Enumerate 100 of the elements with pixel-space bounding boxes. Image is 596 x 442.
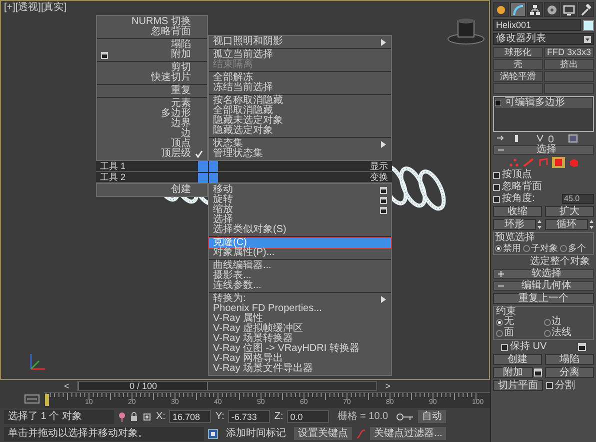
menu-item[interactable]: 对象属性(P)... <box>209 248 391 258</box>
menu-item[interactable]: 全部取消隐藏 <box>209 106 391 116</box>
menu-item[interactable]: 缩放 <box>209 205 391 215</box>
checkbox[interactable] <box>501 344 508 350</box>
menu-item[interactable]: 塌陷 <box>97 40 207 50</box>
menu-item[interactable]: 摄影表... <box>209 271 391 281</box>
radio-button[interactable] <box>523 244 530 252</box>
menu-item[interactable]: V-Ray 属性 <box>209 314 391 324</box>
time-marker-icon[interactable] <box>45 394 49 406</box>
menu-item[interactable]: V-Ray 虚拟帧缓冲区 <box>209 324 391 334</box>
geometry-button[interactable]: 附加 <box>493 367 533 378</box>
menu-item[interactable]: V-Ray 网格导出 <box>209 354 391 364</box>
checkbox[interactable] <box>493 196 500 202</box>
menu-item[interactable]: 曲线编辑器... <box>209 261 391 271</box>
menu-item[interactable]: 附加 <box>97 50 207 60</box>
radio-button[interactable] <box>495 244 502 252</box>
coordinate-field[interactable]: 0.0 <box>287 410 330 423</box>
menu-item[interactable]: 全部解冻 <box>209 73 391 83</box>
stack-item[interactable]: 可编辑多边形 <box>495 98 592 108</box>
panel-tab[interactable] <box>527 2 543 17</box>
selection-button[interactable]: 扩大 <box>545 206 594 217</box>
modifier-button[interactable]: 挤出 <box>544 59 594 70</box>
modifier-button[interactable]: 壳 <box>493 59 543 70</box>
key-filters-button[interactable]: 关键点过滤器... <box>370 427 446 440</box>
radio-button[interactable] <box>544 318 550 326</box>
previous-frame-button[interactable]: < <box>60 382 74 390</box>
rollout-header[interactable]: 编辑几何体 <box>493 281 594 291</box>
panel-tab[interactable] <box>578 2 594 17</box>
radio-button[interactable] <box>496 330 503 336</box>
panel-tab[interactable] <box>493 2 509 17</box>
menu-item[interactable]: 移动 <box>209 185 391 195</box>
angle-field[interactable]: 45.0 <box>562 194 594 204</box>
add-time-tag-button[interactable]: 添加时间标记 <box>222 428 290 438</box>
group-title: 约束 <box>496 307 517 317</box>
checkbox[interactable] <box>493 184 500 190</box>
radio-button[interactable] <box>544 330 550 336</box>
menu-item[interactable]: 剪切 <box>97 63 207 73</box>
menu-item[interactable]: V-Ray 位图 -> VRayHDRI 转换器 <box>209 344 391 354</box>
coordinate-field[interactable]: 16.708 <box>169 410 212 423</box>
checkbox-label: 按顶点 <box>502 170 532 180</box>
modifier-button[interactable]: FFD 3x3x3 <box>544 47 594 58</box>
menu-item[interactable]: 边 <box>97 129 207 139</box>
modifier-button[interactable]: 球形化 <box>493 47 543 58</box>
selection-button[interactable]: 环形 <box>493 219 536 230</box>
repeat-last-button[interactable]: 重复上一个 <box>493 293 594 304</box>
menu-item[interactable]: 边界 <box>97 119 207 129</box>
menu-item[interactable]: 视口照明和阴影 <box>209 37 391 47</box>
menu-item[interactable]: 状态集 <box>209 139 391 149</box>
rollout-header[interactable]: 软选择 <box>493 269 594 279</box>
auto-key-button[interactable]: 自动 <box>418 410 446 423</box>
panel-tab[interactable] <box>510 2 526 17</box>
menu-item[interactable]: 忽略背面 <box>97 27 207 37</box>
selection-button[interactable]: 循环 <box>545 219 588 230</box>
menu-item[interactable]: 旋转 <box>209 195 391 205</box>
menu-item[interactable]: V-Ray 场景文件导出器 <box>209 364 391 374</box>
menu-item[interactable]: 隐藏未选定对象 <box>209 116 391 126</box>
menu-item[interactable]: 按名称取消隐藏 <box>209 96 391 106</box>
geometry-button[interactable]: 创建 <box>493 354 542 365</box>
time-tag-icon <box>208 428 218 438</box>
time-slider-thumb[interactable]: 0 / 100 <box>78 382 208 390</box>
coordinate-field[interactable]: -6.733 <box>228 410 270 423</box>
menu-item[interactable]: 连线参数... <box>209 281 391 291</box>
viewport-label[interactable]: [+][透视][真实] <box>4 3 67 13</box>
menu-item[interactable]: 选择 <box>209 215 391 225</box>
menu-item[interactable]: 顶点 <box>97 139 207 149</box>
menu-item[interactable]: 元素 <box>97 99 207 109</box>
menu-item[interactable]: Phoenix FD Properties... <box>209 304 391 314</box>
coordinate-label: X: <box>156 412 166 422</box>
object-name-field[interactable]: Helix001 <box>493 19 581 31</box>
panel-tab[interactable] <box>544 2 560 17</box>
menu-item[interactable]: 快速切片 <box>97 73 207 83</box>
modifier-button[interactable]: 涡轮平滑 <box>493 71 543 82</box>
menu-item[interactable]: 重复 <box>97 86 207 96</box>
menu-item[interactable]: V-Ray 场景转换器 <box>209 334 391 344</box>
selection-button[interactable]: 收缩 <box>493 206 542 217</box>
time-slider-track[interactable]: 0 / 100 <box>77 381 378 391</box>
geometry-button[interactable]: 分离 <box>545 367 594 378</box>
checkbox[interactable] <box>493 172 500 178</box>
quadrant-label: 工具 1 <box>100 161 126 171</box>
next-frame-button[interactable]: > <box>381 382 395 390</box>
modifier-list-dropdown[interactable]: 修改器列表 <box>493 33 594 45</box>
menu-item[interactable]: 创建 <box>97 185 207 195</box>
set-key-button[interactable]: 设置关键点 <box>294 427 352 440</box>
menu-item[interactable]: NURMS 切换 <box>97 17 207 27</box>
menu-item[interactable]: 隐藏选定对象 <box>209 126 391 136</box>
panel-tab[interactable] <box>561 2 577 17</box>
slice-plane-button[interactable]: 切片平面 <box>493 380 543 391</box>
menu-item[interactable]: 顶层级 <box>97 149 207 159</box>
menu-item[interactable]: 转换为: <box>209 294 391 304</box>
radio-button[interactable] <box>496 318 503 326</box>
menu-item[interactable]: 多边形 <box>97 109 207 119</box>
menu-item[interactable]: 管理状态集 <box>209 149 391 159</box>
radio-button[interactable] <box>560 244 567 252</box>
object-color-swatch[interactable] <box>583 20 594 30</box>
checkbox[interactable] <box>546 382 553 389</box>
menu-item[interactable]: 孤立当前选择 <box>209 50 391 60</box>
menu-item[interactable]: 冻结当前选择 <box>209 83 391 93</box>
menu-item[interactable]: 选择类似对象(S) <box>209 225 391 235</box>
geometry-button[interactable]: 塌陷 <box>545 354 594 365</box>
rollout-header[interactable]: 选择 <box>493 145 594 155</box>
